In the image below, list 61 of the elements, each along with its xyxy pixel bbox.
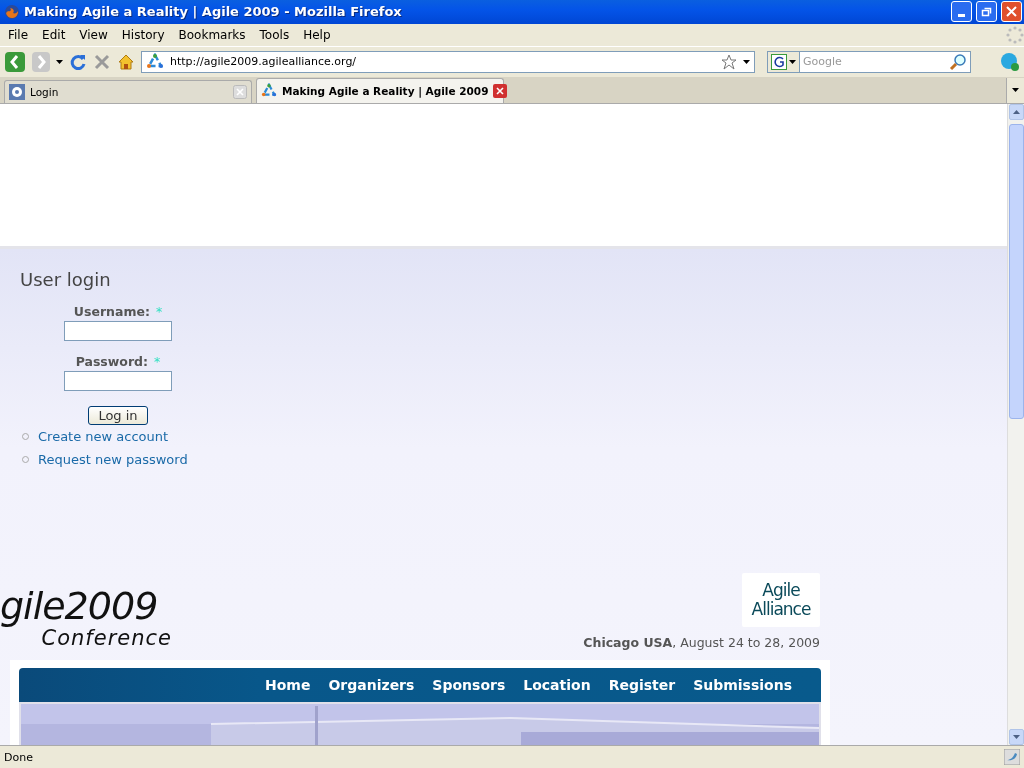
star-icon[interactable] [721,53,737,70]
caret-icon [1012,109,1020,114]
event-details: Chicago USA, August 24 to 28, 2009 [583,634,820,650]
menu-item[interactable]: Bookmarks [174,27,250,42]
dropdown-arrow-icon[interactable] [743,59,750,64]
site-icon [261,82,277,99]
address-field[interactable]: http://agile2009.agilealliance.org/ [141,50,755,73]
field-label: Username: [73,303,150,319]
caret-icon [1012,735,1020,739]
nav-link[interactable]: Home [256,676,320,693]
favicon-icon [9,83,25,100]
restore-icon [981,6,992,18]
window-title: Making Agile a Reality | Agile 2009 - Mozilla Firefox [24,4,403,20]
search-engine-icon[interactable] [771,53,787,70]
input-field[interactable] [64,320,172,341]
partner-logo: Agile Alliance [742,572,820,627]
required-mark: * [155,303,163,319]
menu-item[interactable]: View [75,27,112,42]
scroll-down-button[interactable] [1008,729,1024,745]
nav-link[interactable]: Organizers [319,676,424,693]
close-tab-icon[interactable] [493,83,508,98]
scrollbar[interactable] [1007,103,1024,745]
site-icon [146,52,164,71]
section-heading: User login [20,268,111,290]
menu-item[interactable]: History [117,27,169,42]
conference-logo-text: gile2009 [0,585,158,626]
field-label: Password: [75,353,149,369]
browser-tab[interactable]: Login [4,79,252,103]
required-mark: * [154,353,161,369]
nav-link[interactable]: Submissions [684,676,801,693]
login-button[interactable]: Log in [88,405,148,425]
search-field[interactable]: Google [800,50,971,73]
minimize-icon [958,14,965,17]
link[interactable]: Request new password [38,451,188,467]
reload-icon[interactable] [69,52,87,71]
dropdown-arrow-icon[interactable] [56,59,63,64]
home-icon[interactable] [117,52,135,71]
dropdown-arrow-icon[interactable] [789,59,796,64]
status-text: Done [4,750,34,764]
minimize-button[interactable] [951,1,972,23]
throbber-icon [1006,25,1024,44]
nav-link[interactable]: Sponsors [423,676,515,693]
link[interactable]: Create new account [38,428,169,444]
tab-list-button[interactable] [1006,77,1024,103]
menu-item[interactable]: Edit [38,27,70,42]
nav-link[interactable]: Register [599,676,685,693]
browser-tab[interactable]: Making Agile a Reality | Agile 2009 [256,77,504,103]
firefox-icon [4,4,20,20]
nav-link[interactable]: Location [514,676,600,693]
menu-item[interactable]: File [4,27,33,42]
restore-button[interactable] [976,1,997,23]
stop-icon[interactable] [93,52,111,71]
menu-item[interactable]: Tools [255,27,294,42]
conference-logo-subtitle: Conference [41,625,172,650]
close-icon [1006,6,1017,18]
close-button[interactable] [1001,1,1022,23]
input-field[interactable] [64,370,172,391]
caret-icon [1012,88,1019,93]
search-engine-button[interactable] [767,50,800,73]
menu-item[interactable]: Help [299,27,335,42]
back-button-icon[interactable] [4,50,26,73]
